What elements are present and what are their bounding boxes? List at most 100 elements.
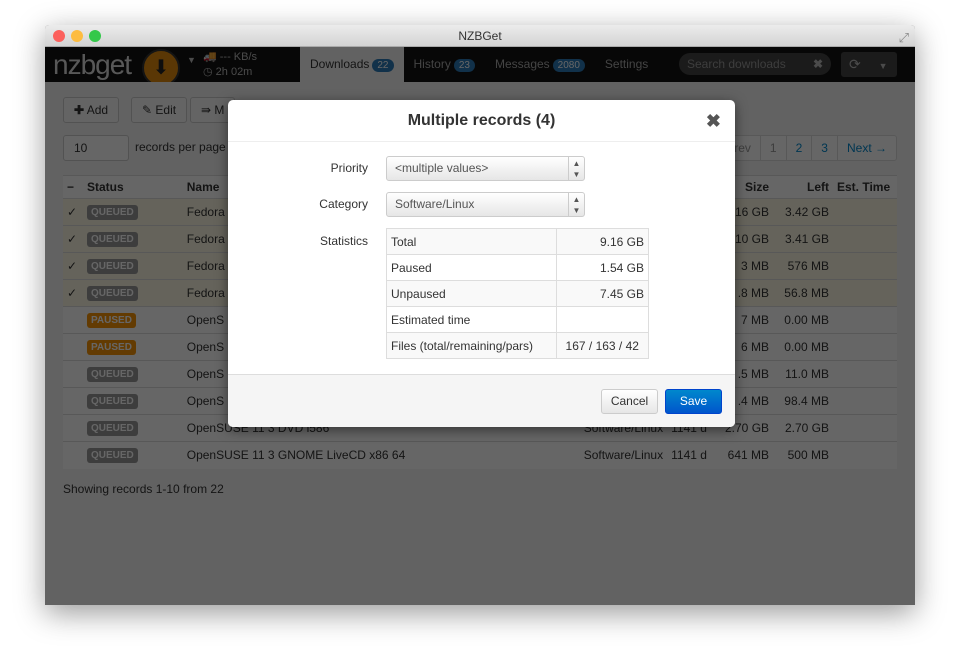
count-badge: 23 [453, 59, 475, 72]
next-page-link[interactable]: Next → [836, 136, 896, 160]
download-icon: ⬇ [152, 57, 170, 79]
status-cell: QUEUED [82, 279, 183, 307]
refresh-button[interactable]: ⟳ ▼ [841, 52, 897, 77]
title-bar: NZBGet ⤢ [45, 25, 915, 47]
row-checkbox[interactable] [63, 333, 83, 361]
status-badge: PAUSED [86, 313, 136, 328]
edit-multiple-dialog: Multiple records (4) ✖ Priority <multiple … [228, 100, 735, 427]
left-cell: 11.0 MB [773, 360, 833, 388]
row-checkbox[interactable]: ✓ [63, 279, 83, 307]
tab-settings[interactable]: Settings [595, 47, 658, 82]
merge-icon: ⇛ [201, 103, 212, 117]
cancel-button[interactable]: Cancel [601, 389, 658, 414]
clear-search-icon[interactable]: ✖ [813, 53, 823, 75]
tab-messages[interactable]: Messages 2080 [485, 47, 595, 82]
merge-label: M [214, 103, 225, 117]
speed-info: 🚚 --- KB/s ◷ 2h 02m [203, 51, 258, 78]
zoom-window-button[interactable] [89, 30, 101, 42]
status-cell: QUEUED [82, 414, 183, 442]
row-checkbox[interactable]: ✓ [63, 198, 83, 226]
column-header[interactable]: Status [82, 175, 183, 199]
row-checkbox[interactable] [63, 387, 83, 415]
select-arrows-icon: ▲ ▼ [568, 193, 584, 216]
stat-row: Unpaused 7.45 GB [386, 280, 650, 307]
row-checkbox[interactable]: ✓ [63, 252, 83, 280]
status-badge: QUEUED [86, 232, 138, 247]
left-cell: 0.00 MB [773, 306, 833, 334]
category-select[interactable]: Software/Linux ▲ ▼ [386, 192, 585, 217]
status-badge: PAUSED [86, 340, 136, 355]
left-cell: 3.41 GB [773, 225, 833, 253]
stat-value: 9.16 GB [555, 228, 650, 255]
status-cell: PAUSED [82, 333, 183, 361]
tab-downloads[interactable]: Downloads 22 [300, 47, 404, 82]
est-time-cell [832, 225, 897, 253]
stat-name: Unpaused [386, 280, 557, 307]
status-cell: QUEUED [82, 225, 183, 253]
tab-label: Downloads [310, 57, 370, 71]
row-checkbox[interactable]: ✓ [63, 225, 83, 253]
row-checkbox[interactable] [63, 414, 83, 442]
navbar: nzbget ⬇ ▼ 🚚 --- KB/s ◷ 2h 02m Downloads 2… [45, 47, 915, 87]
close-icon[interactable]: ✖ [706, 100, 721, 142]
row-checkbox[interactable] [63, 441, 83, 469]
statistics-table: Total 9.16 GB Paused 1.54 GB Unpaused 7.45 GB… [386, 228, 650, 359]
stat-value [555, 306, 650, 333]
category-label: Category [319, 197, 368, 211]
add-button[interactable]: ✚ Add [63, 97, 120, 123]
chevron-down-icon[interactable]: ▼ [879, 61, 888, 71]
edit-icon: ✎ [142, 103, 153, 117]
time-remaining: 2h 02m [215, 66, 253, 78]
status-badge: QUEUED [86, 448, 138, 464]
status-badge: QUEUED [86, 259, 138, 274]
tab-label: Messages [494, 57, 550, 71]
category-cell: Software/Linux [579, 441, 668, 469]
column-header[interactable]: Est. Time [832, 175, 897, 199]
page-link[interactable]: 1 [759, 136, 786, 160]
stat-row: Total 9.16 GB [386, 228, 650, 255]
records-summary: Showing records 1-10 from 22 [63, 482, 224, 496]
priority-select[interactable]: <multiple values> ▲ ▼ [386, 156, 585, 181]
select-all-checkbox[interactable]: − [63, 175, 83, 199]
est-time-cell [832, 441, 897, 469]
left-cell: 0.00 MB [773, 333, 833, 361]
close-window-button[interactable] [53, 30, 65, 42]
est-time-cell [832, 387, 897, 415]
chevron-down-icon[interactable]: ▼ [187, 55, 196, 65]
refresh-icon: ⟳ [849, 56, 861, 72]
page-link[interactable]: 2 [785, 136, 812, 160]
left-cell: 2.70 GB [773, 414, 833, 442]
search-input[interactable]: Search downloads ✖ [679, 53, 831, 75]
tab-label: History [413, 57, 451, 71]
size-cell: 641 MB [715, 441, 774, 469]
status-badge: QUEUED [86, 367, 138, 382]
row-checkbox[interactable] [63, 306, 83, 334]
count-badge: 2080 [552, 59, 585, 72]
priority-label: Priority [330, 161, 368, 175]
edit-button[interactable]: ✎ Edit [131, 97, 188, 123]
per-page-select[interactable]: 10 [63, 135, 129, 161]
status-cell: QUEUED [82, 387, 183, 415]
left-cell: 3.42 GB [773, 198, 833, 226]
stat-name: Estimated time [386, 306, 557, 333]
status-cell: QUEUED [82, 198, 183, 226]
row-checkbox[interactable] [63, 360, 83, 388]
name-cell: OpenSUSE 11 3 GNOME LiveCD x86 64 [182, 441, 580, 469]
pagination: rev 1 2 3 Next → [724, 135, 897, 161]
column-header[interactable]: Left [773, 175, 833, 199]
per-page-label: records per page [135, 140, 226, 154]
stat-row: Estimated time [386, 306, 650, 333]
minimize-window-button[interactable] [71, 30, 83, 42]
speed-text: --- KB/s [219, 51, 258, 63]
table-row[interactable]: QUEUED OpenSUSE 11 3 GNOME LiveCD x86 64 S… [63, 441, 897, 469]
status-cell: PAUSED [82, 306, 183, 334]
fullscreen-icon[interactable]: ⤢ [899, 27, 909, 49]
stat-name: Files (total/remaining/pars) [386, 332, 557, 359]
stat-row: Files (total/remaining/pars) 167 / 163 / … [386, 332, 650, 359]
est-time-cell [832, 279, 897, 307]
tab-history[interactable]: History 23 [404, 47, 485, 82]
est-time-cell [832, 360, 897, 388]
page-link[interactable]: 3 [811, 136, 837, 160]
plus-icon: ✚ [74, 103, 85, 117]
save-button[interactable]: Save [665, 389, 722, 414]
